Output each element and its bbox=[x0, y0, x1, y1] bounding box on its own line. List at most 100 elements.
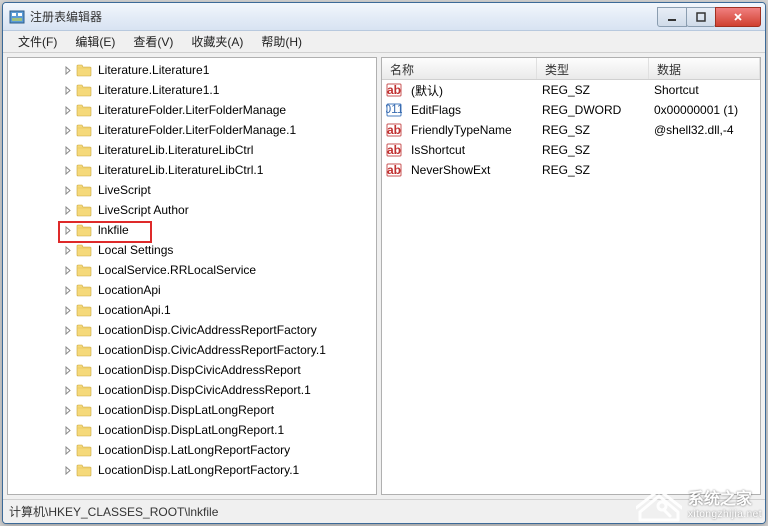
tree-label: LocationDisp.DispCivicAddressReport.1 bbox=[96, 383, 313, 397]
list-body: ab(默认)REG_SZShortcut011EditFlagsREG_DWOR… bbox=[382, 80, 760, 180]
column-header-name[interactable]: 名称 bbox=[382, 58, 537, 79]
tree-label: LocationApi bbox=[96, 283, 163, 297]
value-name: (默认) bbox=[405, 82, 536, 99]
tree-item[interactable]: Literature.Literature1.1 bbox=[8, 80, 376, 100]
value-type: REG_SZ bbox=[536, 83, 648, 97]
tree-item[interactable]: LocationDisp.CivicAddressReportFactory.1 bbox=[8, 340, 376, 360]
tree-label: LocationDisp.LatLongReportFactory bbox=[96, 443, 292, 457]
value-row[interactable]: abIsShortcutREG_SZ bbox=[382, 140, 760, 160]
content-area: Literature.Literature1Literature.Literat… bbox=[3, 53, 765, 499]
folder-icon bbox=[76, 183, 92, 197]
tree-item[interactable]: LiteratureLib.LiteratureLibCtrl bbox=[8, 140, 376, 160]
tree-item[interactable]: LiteratureLib.LiteratureLibCtrl.1 bbox=[8, 160, 376, 180]
tree-item[interactable]: LiveScript Author bbox=[8, 200, 376, 220]
titlebar: 注册表编辑器 bbox=[3, 3, 765, 31]
tree-item[interactable]: LocationDisp.DispLatLongReport.1 bbox=[8, 420, 376, 440]
expander-icon[interactable] bbox=[62, 424, 74, 436]
expander-icon[interactable] bbox=[62, 404, 74, 416]
menu-help[interactable]: 帮助(H) bbox=[252, 31, 311, 52]
svg-text:ab: ab bbox=[387, 163, 401, 177]
value-name: FriendlyTypeName bbox=[405, 123, 536, 137]
folder-icon bbox=[76, 443, 92, 457]
value-row[interactable]: abFriendlyTypeNameREG_SZ@shell32.dll,-4 bbox=[382, 120, 760, 140]
expander-icon[interactable] bbox=[62, 444, 74, 456]
expander-icon[interactable] bbox=[62, 84, 74, 96]
tree-item[interactable]: lnkfile bbox=[8, 220, 376, 240]
expander-icon[interactable] bbox=[62, 364, 74, 376]
expander-icon[interactable] bbox=[62, 224, 74, 236]
tree-item[interactable]: LocationDisp.LatLongReportFactory.1 bbox=[8, 460, 376, 480]
expander-icon[interactable] bbox=[62, 284, 74, 296]
value-name: EditFlags bbox=[405, 103, 536, 117]
tree-label: LiteratureFolder.LiterFolderManage bbox=[96, 103, 288, 117]
value-row[interactable]: ab(默认)REG_SZShortcut bbox=[382, 80, 760, 100]
tree-item[interactable]: LocationDisp.DispCivicAddressReport.1 bbox=[8, 380, 376, 400]
expander-icon[interactable] bbox=[62, 124, 74, 136]
tree-label: LiteratureLib.LiteratureLibCtrl.1 bbox=[96, 163, 265, 177]
tree-item[interactable]: Literature.Literature1 bbox=[8, 60, 376, 80]
expander-icon[interactable] bbox=[62, 64, 74, 76]
tree-item[interactable]: LocationDisp.DispCivicAddressReport bbox=[8, 360, 376, 380]
string-value-icon: ab bbox=[386, 162, 402, 178]
menu-edit[interactable]: 编辑(E) bbox=[66, 31, 124, 52]
value-row[interactable]: 011EditFlagsREG_DWORD0x00000001 (1) bbox=[382, 100, 760, 120]
expander-icon[interactable] bbox=[62, 324, 74, 336]
folder-icon bbox=[76, 223, 92, 237]
tree-item[interactable]: LocalService.RRLocalService bbox=[8, 260, 376, 280]
tree-label: LocationDisp.DispCivicAddressReport bbox=[96, 363, 303, 377]
values-pane[interactable]: 名称 类型 数据 ab(默认)REG_SZShortcut011EditFlag… bbox=[381, 57, 761, 495]
tree-item[interactable]: LocationDisp.CivicAddressReportFactory bbox=[8, 320, 376, 340]
tree-label: LocationApi.1 bbox=[96, 303, 173, 317]
folder-icon bbox=[76, 263, 92, 277]
minimize-button[interactable] bbox=[657, 7, 687, 27]
maximize-button[interactable] bbox=[686, 7, 716, 27]
expander-icon[interactable] bbox=[62, 304, 74, 316]
tree-item[interactable]: LocationDisp.LatLongReportFactory bbox=[8, 440, 376, 460]
tree-item[interactable]: LiveScript bbox=[8, 180, 376, 200]
statusbar: 计算机\HKEY_CLASSES_ROOT\lnkfile bbox=[3, 499, 765, 523]
expander-icon[interactable] bbox=[62, 104, 74, 116]
value-type: REG_SZ bbox=[536, 123, 648, 137]
tree-label: LiveScript Author bbox=[96, 203, 191, 217]
tree-label: LocationDisp.CivicAddressReportFactory bbox=[96, 323, 319, 337]
expander-icon[interactable] bbox=[62, 464, 74, 476]
tree-label: LocationDisp.LatLongReportFactory.1 bbox=[96, 463, 301, 477]
folder-icon bbox=[76, 303, 92, 317]
column-header-type[interactable]: 类型 bbox=[537, 58, 649, 79]
expander-icon[interactable] bbox=[62, 384, 74, 396]
expander-icon[interactable] bbox=[62, 184, 74, 196]
binary-value-icon: 011 bbox=[386, 102, 402, 118]
tree-label: LocationDisp.DispLatLongReport.1 bbox=[96, 423, 286, 437]
folder-icon bbox=[76, 323, 92, 337]
menu-view[interactable]: 查看(V) bbox=[124, 31, 182, 52]
menubar: 文件(F) 编辑(E) 查看(V) 收藏夹(A) 帮助(H) bbox=[3, 31, 765, 53]
value-row[interactable]: abNeverShowExtREG_SZ bbox=[382, 160, 760, 180]
tree-label: LiveScript bbox=[96, 183, 153, 197]
menu-favorites[interactable]: 收藏夹(A) bbox=[182, 31, 252, 52]
expander-icon[interactable] bbox=[62, 144, 74, 156]
close-button[interactable] bbox=[715, 7, 761, 27]
folder-icon bbox=[76, 243, 92, 257]
expander-icon[interactable] bbox=[62, 344, 74, 356]
folder-icon bbox=[76, 283, 92, 297]
tree-item[interactable]: LiteratureFolder.LiterFolderManage bbox=[8, 100, 376, 120]
folder-icon bbox=[76, 143, 92, 157]
folder-icon bbox=[76, 403, 92, 417]
menu-file[interactable]: 文件(F) bbox=[9, 31, 66, 52]
svg-text:ab: ab bbox=[387, 83, 401, 97]
tree-item[interactable]: Local Settings bbox=[8, 240, 376, 260]
window-title: 注册表编辑器 bbox=[30, 8, 658, 25]
expander-icon[interactable] bbox=[62, 164, 74, 176]
tree-item[interactable]: LocationDisp.DispLatLongReport bbox=[8, 400, 376, 420]
tree-label: LocationDisp.CivicAddressReportFactory.1 bbox=[96, 343, 328, 357]
app-icon bbox=[9, 9, 25, 25]
folder-icon bbox=[76, 63, 92, 77]
tree-item[interactable]: LiteratureFolder.LiterFolderManage.1 bbox=[8, 120, 376, 140]
tree-item[interactable]: LocationApi.1 bbox=[8, 300, 376, 320]
tree-item[interactable]: LocationApi bbox=[8, 280, 376, 300]
expander-icon[interactable] bbox=[62, 204, 74, 216]
column-header-data[interactable]: 数据 bbox=[649, 58, 760, 79]
expander-icon[interactable] bbox=[62, 264, 74, 276]
expander-icon[interactable] bbox=[62, 244, 74, 256]
tree-pane[interactable]: Literature.Literature1Literature.Literat… bbox=[7, 57, 377, 495]
